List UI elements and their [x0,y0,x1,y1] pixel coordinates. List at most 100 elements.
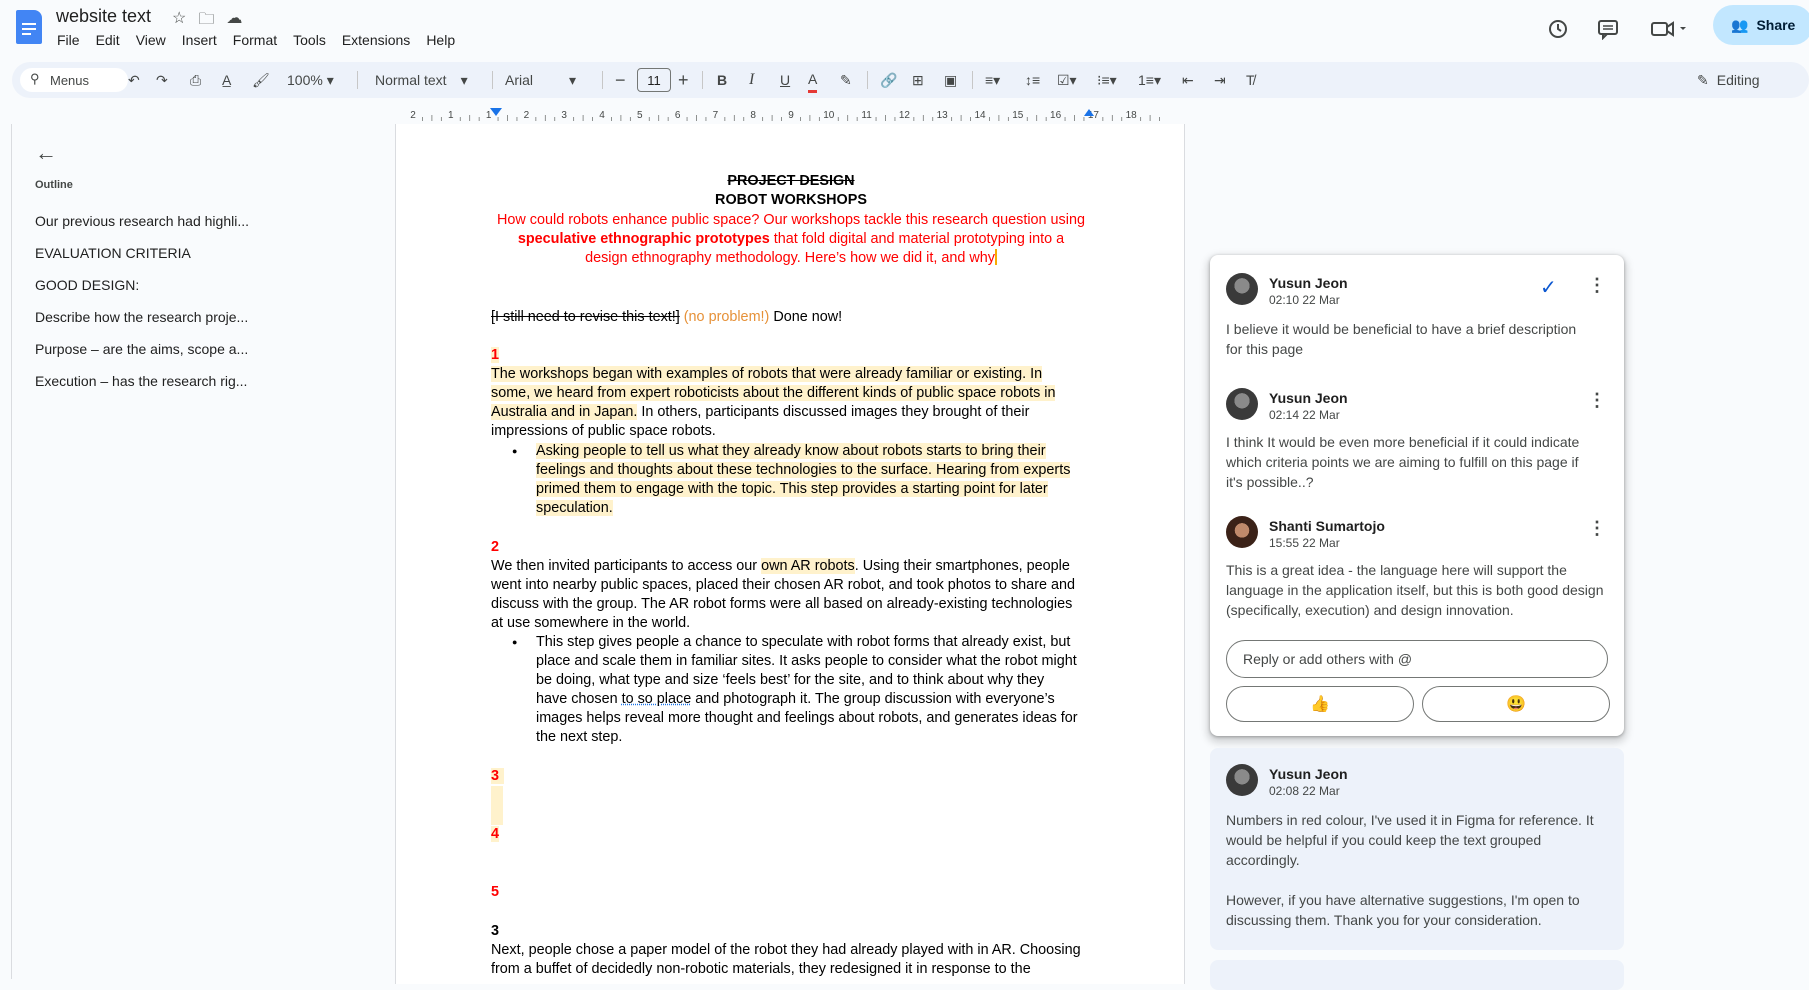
more-options-icon[interactable]: ⋮ [1588,390,1606,411]
comment-thread[interactable] [1210,960,1624,990]
paragraph-line: images helps reveal more thought and fee… [536,710,1078,726]
print-icon[interactable]: ⎙ [190,62,201,98]
people-icon: 👥 [1731,16,1749,33]
ruler-tick-label: 13 [937,110,949,121]
avatar [1226,273,1258,305]
document-page[interactable]: PROJECT DESIGN ROBOT WORKSHOPS How could… [395,124,1185,984]
checklist-icon[interactable]: ☑▾ [1057,62,1077,98]
vertical-ruler[interactable] [0,124,12,979]
struck-title: PROJECT DESIGN [727,173,855,189]
smile-reaction-button[interactable]: 😃 [1422,686,1610,722]
top-bar: website text ☆ 🗀 ☁ File Edit View Insert… [0,0,1809,58]
paragraph-line: some, we heard from expert roboticists a… [491,385,1056,401]
section-number: 2 [491,539,500,555]
section-number: 4 [491,826,500,842]
section-number: 3 [491,923,500,939]
editing-mode-select[interactable]: ✎ Editing [1697,62,1760,98]
cursor [994,249,997,265]
style-select[interactable]: Normal text ▾ [375,62,485,98]
docs-logo-icon[interactable] [16,10,42,44]
reply-input[interactable]: Reply or add others with @ [1226,640,1608,678]
paragraph-line: went into nearby public spaces, placed t… [491,577,1075,593]
italic-icon[interactable]: I [749,62,754,98]
line-spacing-icon[interactable]: ↕≡ [1025,62,1040,98]
search-menus-input[interactable]: ⚲ Menus [20,68,128,92]
undo-icon[interactable]: ↶ [128,62,140,98]
text-color-icon[interactable]: A [808,67,818,93]
paragraph-line: at use somewhere in the world. [491,615,691,631]
share-button[interactable]: 👥 Share [1713,5,1809,45]
ruler-tick-label: 15 [1012,110,1024,121]
align-icon[interactable]: ≡▾ [985,62,1000,98]
highlight-icon[interactable]: ✎ [840,62,852,98]
comment-thread[interactable]: Yusun Jeon 02:08 22 Mar Numbers in red c… [1210,748,1624,950]
paragraph-line: Next, people chose a paper model of the … [491,942,1081,958]
font-select[interactable]: Arial ▾ [505,62,595,98]
comment-time: 02:14 22 Mar [1269,408,1340,422]
thumbs-up-reaction-button[interactable]: 👍 [1226,686,1414,722]
bold-icon[interactable]: B [717,62,727,98]
back-arrow-icon[interactable]: ← [35,140,57,166]
menu-insert[interactable]: Insert [182,32,225,48]
numbered-list-icon[interactable]: 1≡▾ [1138,62,1161,98]
outline-item[interactable]: Execution – has the research rig... [35,373,247,389]
meet-icon[interactable] [1650,12,1690,46]
version-history-icon[interactable] [1547,12,1569,46]
menu-file[interactable]: File [57,32,88,48]
insert-image-icon[interactable]: ▣ [944,62,957,98]
comment-text: However, if you have alternative suggest… [1226,892,1580,928]
zoom-select[interactable]: 100% ▾ [287,62,334,98]
document-title[interactable]: website text [56,6,151,27]
comment-author: Shanti Sumartojo [1269,518,1385,534]
increase-indent-icon[interactable]: ⇥ [1214,62,1226,98]
decrease-font-size-button[interactable]: − [615,62,626,98]
ruler-tick-label: 7 [713,110,719,121]
resolve-checkmark-icon[interactable]: ✓ [1540,275,1557,300]
ruler-tick-label: 11 [861,110,872,121]
link-icon[interactable]: 🔗 [880,62,897,98]
paragraph-line: The workshops began with examples of rob… [491,366,1043,382]
ruler-tick-label: 2 [524,110,530,121]
more-options-icon[interactable]: ⋮ [1588,518,1606,539]
cloud-status-icon[interactable]: ☁ [226,8,242,35]
paragraph-line: impressions of public space robots. [491,423,716,439]
section-number: 1 [491,347,500,363]
comment-author: Yusun Jeon [1269,275,1348,291]
bulleted-list-icon[interactable]: ⁝≡▾ [1097,62,1117,98]
comments-icon[interactable] [1597,12,1619,46]
comment-time: 02:10 22 Mar [1269,293,1340,307]
avatar [1226,516,1258,548]
horizontal-ruler[interactable]: 2 1 1 2 3 4 5 6 7 8 9 10 11 12 13 14 15 16 17 18 [395,106,1185,124]
spellcheck-icon[interactable]: A̲ [222,62,231,98]
menu-edit[interactable]: Edit [96,32,128,48]
comment-thread[interactable]: Yusun Jeon 02:10 22 Mar ✓ ⋮ I believe it… [1210,255,1624,736]
decrease-indent-icon[interactable]: ⇤ [1182,62,1194,98]
paragraph-line: from a buffet of decidedly non-robotic m… [491,961,1031,977]
menu-tools[interactable]: Tools [293,32,334,48]
add-comment-icon[interactable]: ⊞ [912,62,924,98]
outline-item[interactable]: GOOD DESIGN: [35,277,139,293]
menu-format[interactable]: Format [233,32,285,48]
star-icon[interactable]: ☆ [172,8,186,35]
move-folder-icon[interactable]: 🗀 [198,8,214,35]
redo-icon[interactable]: ↷ [156,62,168,98]
ruler-tick-label: 5 [637,110,643,121]
menu-extensions[interactable]: Extensions [342,32,418,48]
outline-item[interactable]: Purpose – are the aims, scope a... [35,341,248,357]
menu-help[interactable]: Help [426,32,463,48]
left-indent-marker[interactable] [490,108,502,116]
comment-time: 15:55 22 Mar [1269,536,1340,550]
more-options-icon[interactable]: ⋮ [1588,275,1606,296]
ruler-tick-label: 16 [1050,110,1062,121]
outline-item[interactable]: Describe how the research proje... [35,309,248,325]
paint-format-icon[interactable]: 🖌 [252,62,270,98]
underline-icon[interactable]: U [780,62,790,98]
font-size-input[interactable]: 11 [637,68,671,92]
clear-formatting-icon[interactable]: T̸ [1246,62,1255,98]
menu-view[interactable]: View [136,32,174,48]
outline-item[interactable]: Our previous research had highli... [35,213,249,229]
ruler-tick-label: 10 [823,110,835,121]
outline-item[interactable]: EVALUATION CRITERIA [35,245,191,261]
increase-font-size-button[interactable]: + [678,62,689,98]
bullet-item: This step gives people a chance to specu… [512,633,1096,653]
